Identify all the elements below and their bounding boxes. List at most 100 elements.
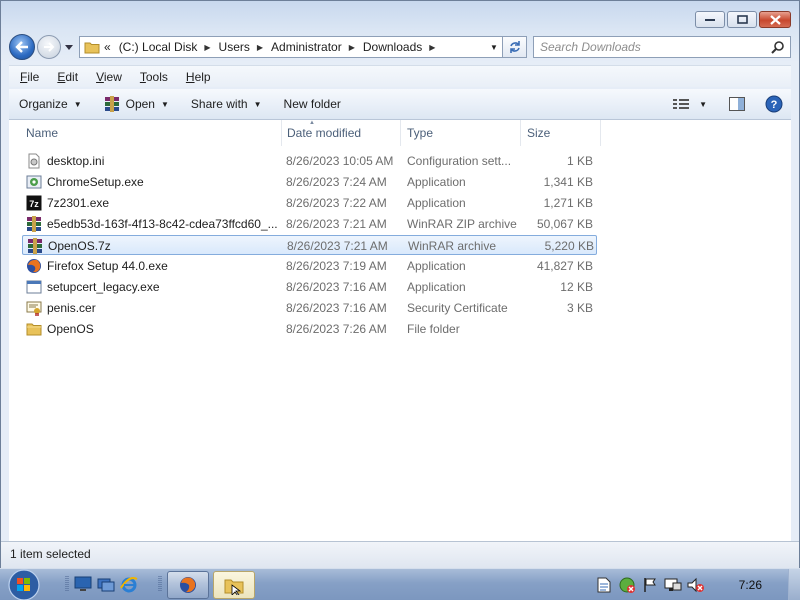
menu-edit[interactable]: Edit xyxy=(46,70,85,84)
breadcrumb-overflow[interactable]: « xyxy=(104,40,111,54)
winrar-icon xyxy=(104,96,120,112)
file-row[interactable]: penis.cer 8/26/2023 7:16 AM Security Certi… xyxy=(22,298,597,318)
show-desktop-quicklaunch[interactable] xyxy=(73,574,93,594)
organize-label: Organize xyxy=(19,97,68,111)
desktop-icon xyxy=(74,576,92,591)
file-row[interactable]: Firefox Setup 44.0.exe 8/26/2023 7:19 AM A… xyxy=(22,256,597,276)
address-bar[interactable]: « (C:) Local Disk ▶ Users ▶ Administrator ▶… xyxy=(79,36,503,58)
search-box[interactable] xyxy=(533,36,791,58)
chevron-right-icon[interactable]: ▶ xyxy=(257,43,263,52)
tray-action-center-flag-icon[interactable] xyxy=(640,575,660,595)
taskbar-clock[interactable]: 7:26 xyxy=(739,578,762,592)
new-folder-button[interactable]: New folder xyxy=(274,89,353,119)
open-button[interactable]: Open ▼ xyxy=(94,89,181,119)
forward-button[interactable] xyxy=(37,35,61,59)
menu-tools[interactable]: Tools xyxy=(129,70,175,84)
new-folder-label: New folder xyxy=(283,97,341,111)
application-icon xyxy=(26,279,42,295)
file-date-modified: 8/26/2023 7:21 AM xyxy=(287,239,388,253)
file-size: 12 KB xyxy=(560,280,593,294)
file-name: penis.cer xyxy=(47,301,96,315)
breadcrumb-label: Administrator xyxy=(271,40,342,54)
folder-icon xyxy=(84,40,100,54)
chevron-down-icon[interactable]: ▼ xyxy=(161,100,169,109)
file-type: Configuration sett... xyxy=(407,154,512,168)
firefox-icon xyxy=(180,577,196,593)
grip-icon xyxy=(65,576,69,592)
file-date-modified: 8/26/2023 7:21 AM xyxy=(286,217,387,231)
share-with-button[interactable]: Share with ▼ xyxy=(181,89,274,119)
firefox-installer-icon xyxy=(26,258,42,274)
file-row[interactable]: desktop.ini 8/26/2023 10:05 AM Configurati… xyxy=(22,151,597,171)
breadcrumb-label: (C:) Local Disk xyxy=(118,40,198,54)
column-header-name[interactable]: Name xyxy=(18,120,282,146)
file-row[interactable]: e5edb53d-163f-4f13-8c42-cdea73ffcd60_...… xyxy=(22,214,597,234)
file-row[interactable]: OpenOS 8/26/2023 7:26 AM File folder xyxy=(22,319,597,339)
chevron-down-icon: ▼ xyxy=(253,99,262,109)
file-name: Firefox Setup 44.0.exe xyxy=(47,259,168,273)
certificate-icon xyxy=(26,300,42,316)
file-row[interactable]: 7z 7z2301.exe 8/26/2023 7:22 AM Application… xyxy=(22,193,597,213)
chevron-down-icon[interactable]: ▼ xyxy=(699,100,707,109)
start-button[interactable] xyxy=(6,569,42,600)
taskbar: 7:26 xyxy=(0,568,800,600)
breadcrumb-users[interactable]: Users ▶ xyxy=(219,40,264,54)
tray-network-icon[interactable] xyxy=(663,575,683,595)
breadcrumb-administrator[interactable]: Administrator ▶ xyxy=(271,40,355,54)
switch-windows-quicklaunch[interactable] xyxy=(96,574,116,594)
menu-view[interactable]: View xyxy=(85,70,129,84)
file-size: 3 KB xyxy=(566,301,593,315)
tray-document-icon[interactable] xyxy=(594,575,614,595)
chevron-right-icon[interactable]: ▶ xyxy=(204,43,210,52)
file-type: WinRAR ZIP archive xyxy=(407,217,517,231)
file-date-modified: 8/26/2023 7:16 AM xyxy=(286,301,387,315)
internet-explorer-quicklaunch[interactable] xyxy=(119,574,139,594)
breadcrumb-local-disk[interactable]: (C:) Local Disk ▶ xyxy=(119,40,211,54)
refresh-button[interactable] xyxy=(503,36,527,58)
file-row-selected[interactable]: OpenOS.7z 8/26/2023 7:21 AM WinRAR archive… xyxy=(22,235,597,255)
status-bar: 1 item selected xyxy=(1,541,799,568)
minimize-button[interactable] xyxy=(695,11,725,28)
menu-file[interactable]: File xyxy=(9,70,46,84)
file-name: OpenOS.7z xyxy=(48,239,111,253)
maximize-button[interactable] xyxy=(727,11,757,28)
chevron-right-icon[interactable]: ▶ xyxy=(349,43,355,52)
svg-text:?: ? xyxy=(771,99,778,111)
tray-security-shield-icon[interactable] xyxy=(617,575,637,595)
windows-logo-icon xyxy=(8,569,40,600)
show-desktop-button[interactable] xyxy=(788,569,800,600)
address-history-dropdown[interactable]: ▼ xyxy=(486,43,502,52)
close-icon xyxy=(769,14,781,25)
close-button[interactable] xyxy=(759,11,791,28)
caption-buttons xyxy=(695,11,791,28)
breadcrumb-downloads[interactable]: Downloads ▶ xyxy=(363,40,436,54)
search-input[interactable] xyxy=(540,40,771,54)
chevron-right-icon[interactable]: ▶ xyxy=(429,43,435,52)
column-header-type[interactable]: Type xyxy=(399,120,521,146)
tray-volume-muted-icon[interactable] xyxy=(686,575,706,595)
column-header-date[interactable]: Date modified xyxy=(279,120,401,146)
notification-area xyxy=(594,569,800,600)
recent-pages-dropdown[interactable] xyxy=(63,44,75,50)
back-button[interactable] xyxy=(9,34,35,60)
file-list-pane[interactable]: Name ▲ Date modified Type Size desktop.i… xyxy=(9,120,791,541)
column-header-size[interactable]: Size xyxy=(519,120,601,146)
menu-help[interactable]: Help xyxy=(175,70,218,84)
breadcrumb-label: Downloads xyxy=(362,40,423,54)
file-type: Security Certificate xyxy=(407,301,508,315)
winrar-archive-icon xyxy=(27,238,43,254)
column-header-label: Date modified xyxy=(287,126,362,140)
maximize-icon xyxy=(736,15,748,24)
file-date-modified: 8/26/2023 7:24 AM xyxy=(286,175,387,189)
change-view-button[interactable]: ▼ xyxy=(673,98,707,110)
file-row[interactable]: setupcert_legacy.exe 8/26/2023 7:16 AM App… xyxy=(22,277,597,297)
search-icon[interactable] xyxy=(771,40,790,54)
taskbar-explorer-button[interactable] xyxy=(213,571,255,599)
minimize-icon xyxy=(705,18,715,21)
taskbar-firefox-button[interactable] xyxy=(167,571,209,599)
preview-pane-button[interactable] xyxy=(729,97,745,111)
help-button[interactable]: ? xyxy=(765,95,783,113)
back-arrow-icon xyxy=(15,41,28,53)
organize-button[interactable]: Organize ▼ xyxy=(9,89,94,119)
file-row[interactable]: ChromeSetup.exe 8/26/2023 7:24 AM Applicat… xyxy=(22,172,597,192)
